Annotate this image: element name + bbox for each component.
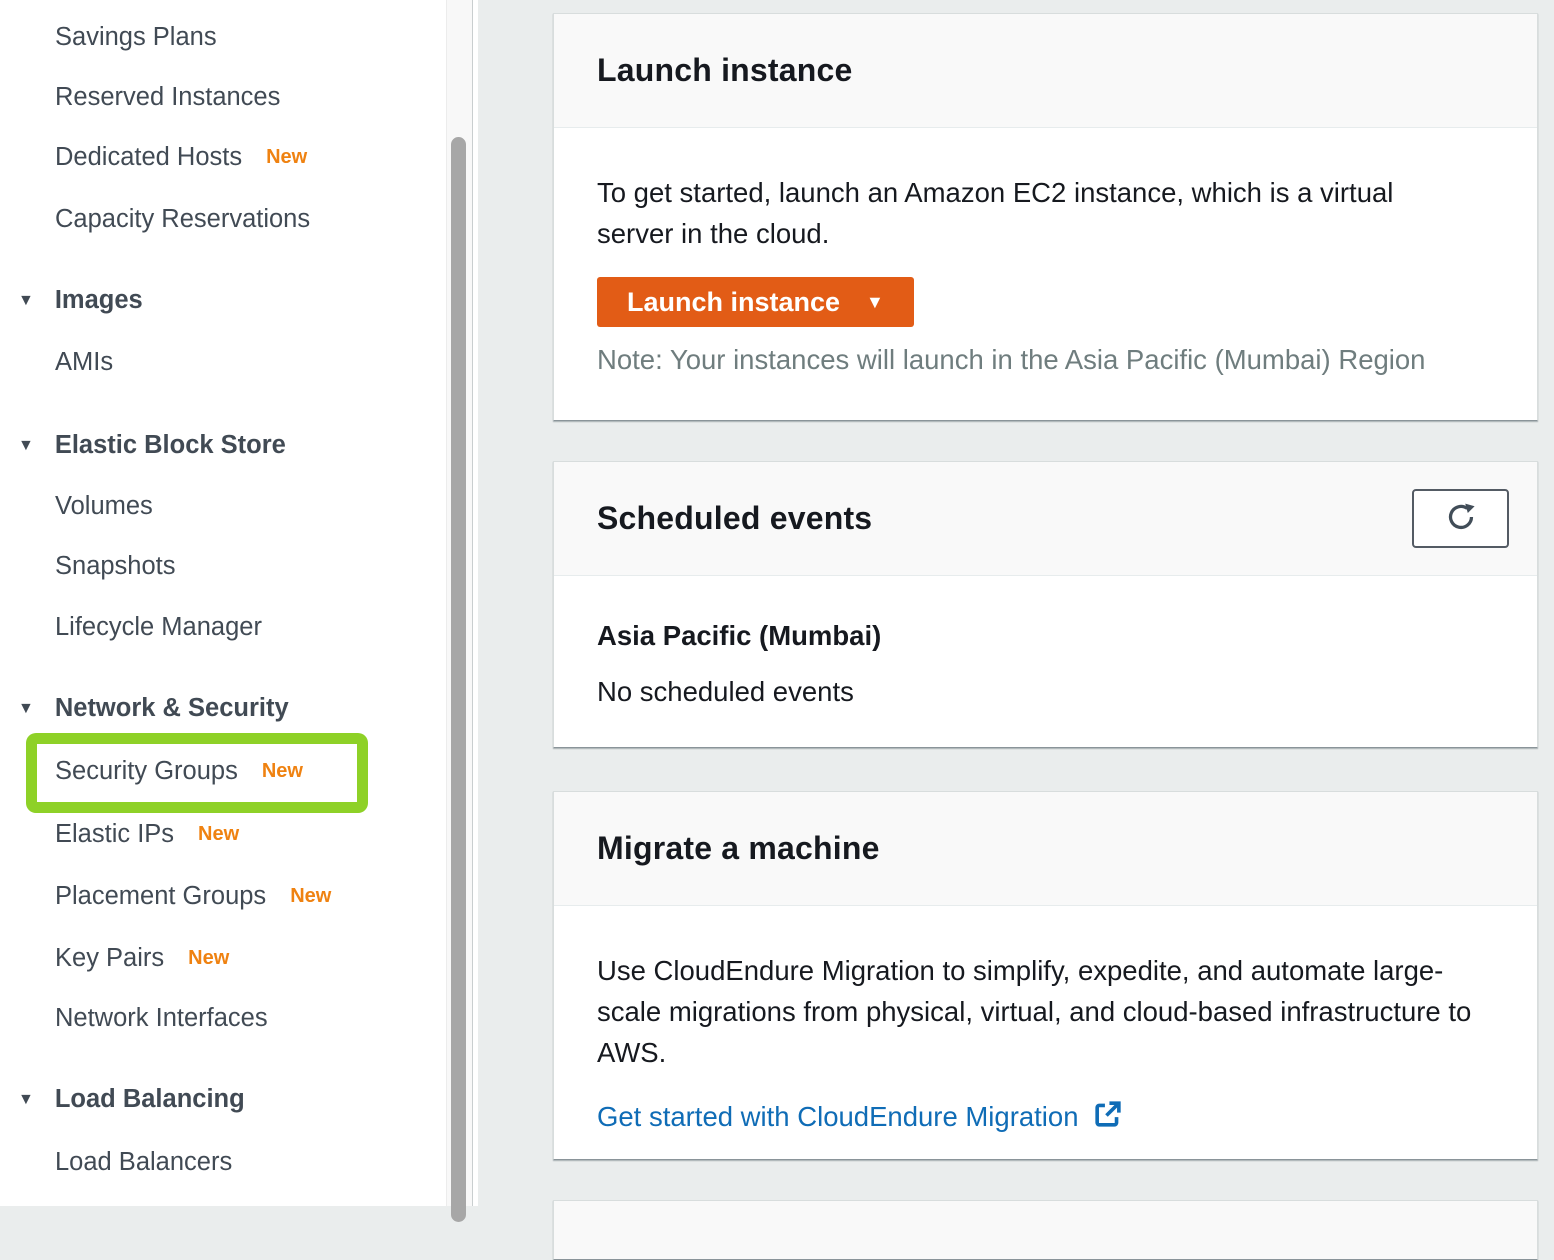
dropdown-caret-icon: ▼ bbox=[866, 293, 884, 311]
sidebar-item-label: Key Pairs bbox=[55, 944, 164, 972]
sidebar-item-dedicated-hosts[interactable]: Dedicated Hosts New bbox=[55, 137, 307, 177]
launch-instance-button[interactable]: Launch instance ▼ bbox=[597, 277, 914, 327]
sidebar-item-label: Images bbox=[55, 286, 143, 314]
sidebar-item-label: Savings Plans bbox=[55, 23, 217, 51]
refresh-button[interactable] bbox=[1412, 489, 1509, 548]
sidebar-section-elastic-block-store[interactable]: ▼ Elastic Block Store bbox=[18, 425, 286, 465]
no-events-text: No scheduled events bbox=[597, 676, 1494, 708]
card-body: Asia Pacific (Mumbai) No scheduled event… bbox=[554, 576, 1537, 708]
sidebar-item-reserved-instances[interactable]: Reserved Instances bbox=[55, 77, 280, 117]
migrate-machine-card: Migrate a machine Use CloudEndure Migrat… bbox=[553, 791, 1538, 1160]
sidebar-scrollbar[interactable] bbox=[446, 0, 472, 1206]
sidebar-item-label: Dedicated Hosts bbox=[55, 143, 242, 171]
section-collapse-icon: ▼ bbox=[18, 281, 34, 321]
card-header: Scheduled events bbox=[554, 462, 1537, 576]
migrate-description: Use CloudEndure Migration to simplify, e… bbox=[597, 950, 1494, 1073]
launch-instance-card: Launch instance To get started, launch a… bbox=[553, 13, 1538, 421]
new-badge: New bbox=[290, 885, 331, 907]
section-collapse-icon: ▼ bbox=[18, 426, 34, 466]
sidebar-item-label: AMIs bbox=[55, 348, 113, 376]
next-card-partial bbox=[553, 1200, 1538, 1260]
sidebar-item-load-balancers[interactable]: Load Balancers bbox=[55, 1142, 232, 1182]
sidebar-section-images[interactable]: ▼ Images bbox=[18, 280, 143, 320]
card-title: Scheduled events bbox=[597, 500, 872, 537]
sidebar-item-label: Elastic Block Store bbox=[55, 431, 286, 459]
new-badge: New bbox=[198, 823, 239, 845]
sidebar-item-label: Load Balancing bbox=[55, 1085, 245, 1113]
sidebar-item-label: Placement Groups bbox=[55, 882, 266, 910]
new-badge: New bbox=[266, 146, 307, 168]
sidebar-item-label: Reserved Instances bbox=[55, 83, 280, 111]
sidebar-item-label: Lifecycle Manager bbox=[55, 613, 262, 641]
card-header: Launch instance bbox=[554, 14, 1537, 128]
sidebar-item-label: Snapshots bbox=[55, 552, 176, 580]
cloudendure-link[interactable]: Get started with CloudEndure Migration bbox=[597, 1101, 1079, 1133]
launch-button-label: Launch instance bbox=[627, 287, 840, 318]
external-link-icon bbox=[1092, 1099, 1123, 1135]
sidebar-item-label: Load Balancers bbox=[55, 1148, 232, 1176]
card-header: Migrate a machine bbox=[554, 792, 1537, 906]
sidebar-section-load-balancing[interactable]: ▼ Load Balancing bbox=[18, 1079, 245, 1119]
scrollbar-thumb[interactable] bbox=[451, 137, 466, 1222]
scheduled-events-card: Scheduled events Asia Pacific (Mumbai) N… bbox=[553, 461, 1538, 748]
sidebar-item-label: Capacity Reservations bbox=[55, 205, 310, 233]
sidebar-item-snapshots[interactable]: Snapshots bbox=[55, 546, 176, 586]
sidebar-item-elastic-ips[interactable]: Elastic IPs New bbox=[55, 814, 239, 854]
sidebar-item-volumes[interactable]: Volumes bbox=[55, 486, 153, 526]
migrate-link-row: Get started with CloudEndure Migration bbox=[597, 1099, 1494, 1135]
new-badge: New bbox=[188, 947, 229, 969]
ec2-dashboard: { "sidebar": { "items": [ {"type":"link"… bbox=[0, 0, 1554, 1206]
launch-description: To get started, launch an Amazon EC2 ins… bbox=[597, 172, 1477, 254]
sidebar-nav: Savings Plans Reserved Instances Dedicated… bbox=[0, 0, 446, 1206]
section-collapse-icon: ▼ bbox=[18, 1080, 34, 1120]
content-divider bbox=[472, 0, 478, 1206]
card-body: To get started, launch an Amazon EC2 ins… bbox=[554, 128, 1537, 376]
region-heading: Asia Pacific (Mumbai) bbox=[597, 620, 1494, 652]
launch-region-note: Note: Your instances will launch in the … bbox=[597, 344, 1494, 376]
sidebar-section-network-and-security[interactable]: ▼ Network & Security bbox=[18, 688, 289, 728]
sidebar-item-placement-groups[interactable]: Placement Groups New bbox=[55, 876, 331, 916]
sidebar-item-lifecycle-manager[interactable]: Lifecycle Manager bbox=[55, 607, 262, 647]
sidebar-item-label: Network & Security bbox=[55, 694, 289, 722]
refresh-icon bbox=[1444, 500, 1478, 537]
card-title: Migrate a machine bbox=[597, 830, 880, 867]
sidebar-item-label: Elastic IPs bbox=[55, 820, 174, 848]
card-title: Launch instance bbox=[597, 52, 853, 89]
sidebar-item-amis[interactable]: AMIs bbox=[55, 342, 113, 382]
section-collapse-icon: ▼ bbox=[18, 689, 34, 729]
sidebar-item-label: Network Interfaces bbox=[55, 1004, 268, 1032]
sidebar-item-network-interfaces[interactable]: Network Interfaces bbox=[55, 998, 268, 1038]
sidebar-item-savings-plans[interactable]: Savings Plans bbox=[55, 17, 217, 57]
sidebar-item-capacity-reservations[interactable]: Capacity Reservations bbox=[55, 199, 310, 239]
sidebar-item-label: Volumes bbox=[55, 492, 153, 520]
security-groups-highlight bbox=[26, 733, 368, 813]
card-body: Use CloudEndure Migration to simplify, e… bbox=[554, 906, 1537, 1135]
sidebar-item-key-pairs[interactable]: Key Pairs New bbox=[55, 938, 229, 978]
